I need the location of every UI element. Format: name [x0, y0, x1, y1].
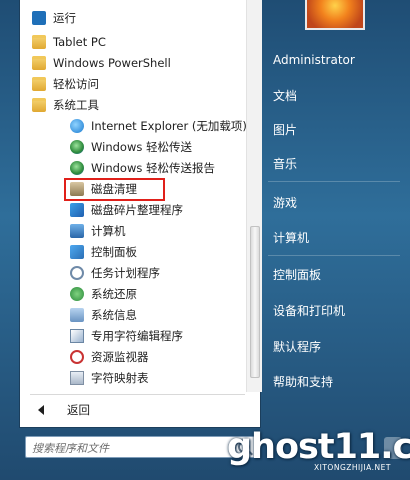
program-label: 资源监视器 [91, 350, 149, 364]
right-item-games[interactable]: 游戏 [273, 193, 403, 213]
folder-icon [32, 98, 46, 112]
right-separator [268, 181, 400, 182]
program-label: Windows 轻松传送 [91, 140, 192, 154]
program-label: 系统信息 [91, 308, 137, 322]
program-label: 轻松访问 [53, 77, 99, 91]
programs-scrollbar[interactable] [246, 0, 262, 392]
computer-icon [70, 224, 84, 238]
right-separator [268, 255, 400, 256]
program-label: Windows PowerShell [53, 56, 171, 70]
programs-separator [30, 394, 245, 395]
system-restore-icon [70, 287, 84, 301]
program-label: 控制面板 [91, 245, 137, 259]
program-label: 任务计划程序 [91, 266, 160, 280]
user-avatar[interactable] [305, 0, 365, 30]
programs-panel: 运行 Tablet PC Windows PowerShell 轻松访问 系统工… [19, 0, 262, 428]
program-label: Windows 轻松传送报告 [91, 161, 215, 175]
back-arrow-icon [38, 405, 44, 415]
internet-explorer-icon [70, 119, 84, 133]
program-label: 磁盘碎片整理程序 [91, 203, 183, 217]
easy-transfer-reports-icon [70, 161, 84, 175]
right-item-documents[interactable]: 文档 [273, 86, 403, 106]
scrollbar-thumb[interactable] [250, 226, 260, 378]
folder-icon [32, 35, 46, 49]
program-label: 专用字符编辑程序 [91, 329, 183, 343]
resource-monitor-icon [70, 350, 84, 364]
right-item-pictures[interactable]: 图片 [273, 120, 403, 140]
program-label: 系统工具 [53, 98, 99, 112]
search-placeholder: 搜索程序和文件 [32, 442, 109, 455]
right-item-administrator[interactable]: Administrator [273, 50, 403, 70]
right-item-computer[interactable]: 计算机 [273, 228, 403, 248]
control-panel-icon [70, 245, 84, 259]
right-item-control-panel[interactable]: 控制面板 [273, 265, 403, 285]
task-scheduler-icon [70, 266, 84, 280]
right-item-music[interactable]: 音乐 [273, 154, 403, 174]
program-label: 字符映射表 [91, 371, 149, 385]
program-label: 计算机 [91, 224, 126, 238]
back-button[interactable]: 返回 [20, 400, 246, 420]
easy-transfer-icon [70, 140, 84, 154]
program-label: Internet Explorer (无加载项) [91, 119, 246, 133]
watermark-subtitle: XITONGZHIJIA.NET [314, 463, 391, 472]
right-item-default-programs[interactable]: 默认程序 [273, 337, 403, 357]
disk-cleanup-highlight-box [64, 178, 165, 201]
system-information-icon [70, 308, 84, 322]
program-label: Tablet PC [53, 35, 106, 49]
private-character-editor-icon [70, 329, 84, 343]
character-map-icon [70, 371, 84, 385]
start-menu: 运行 Tablet PC Windows PowerShell 轻松访问 系统工… [0, 0, 410, 480]
folder-icon [32, 56, 46, 70]
disk-defragmenter-icon [70, 203, 84, 217]
watermark: ghost11.com [227, 427, 410, 467]
right-item-help-and-support[interactable]: 帮助和支持 [273, 372, 403, 392]
folder-icon [32, 77, 46, 91]
programs-list: 运行 Tablet PC Windows PowerShell 轻松访问 系统工… [20, 0, 246, 392]
search-box[interactable]: 搜索程序和文件 [25, 436, 258, 458]
right-item-devices-and-printers[interactable]: 设备和打印机 [273, 301, 403, 321]
program-label: 运行 [53, 11, 76, 25]
back-label: 返回 [67, 403, 90, 417]
program-label: 系统还原 [91, 287, 137, 301]
run-icon [32, 11, 46, 25]
